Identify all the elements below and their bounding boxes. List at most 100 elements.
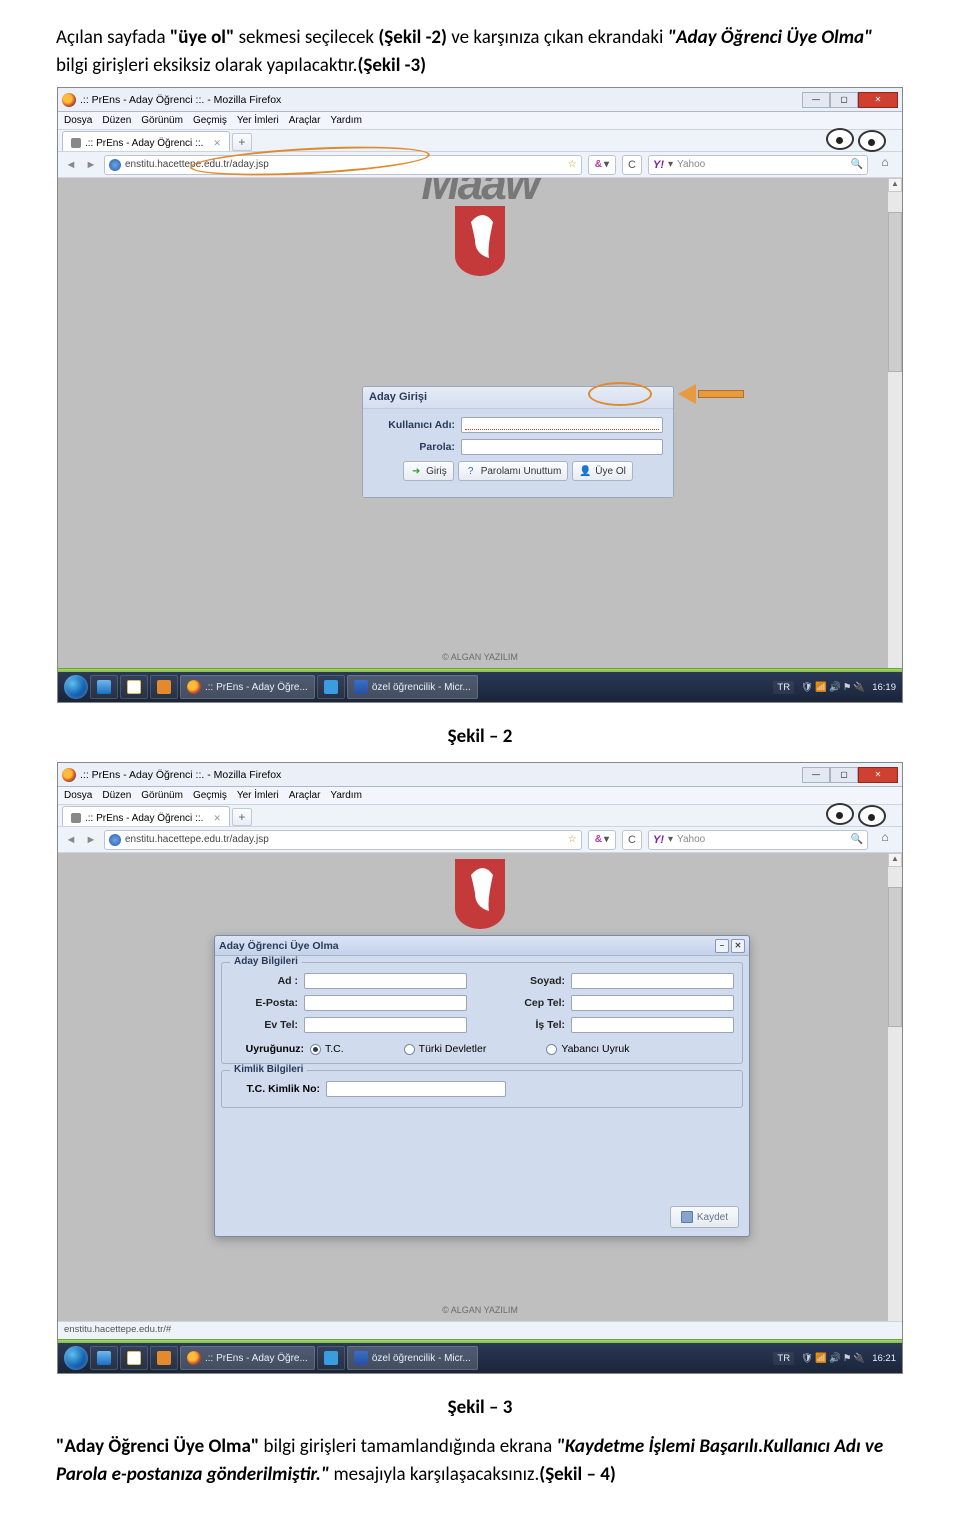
menu-history[interactable]: Geçmiş: [193, 115, 227, 126]
radio-turki[interactable]: [404, 1044, 415, 1055]
page-content: Maaw Aday Girişi Kullanıcı Adı: Parola:: [58, 178, 902, 668]
menu-file[interactable]: Dosya: [64, 790, 92, 801]
soyad-input[interactable]: [571, 973, 734, 989]
language-indicator[interactable]: TR: [773, 681, 794, 694]
clock[interactable]: 16:21: [872, 1353, 896, 1364]
signup-modal: Aday Öğrenci Üye Olma – ✕ Aday Bilgileri…: [214, 935, 750, 1237]
screenshot-2: .:: PrEns - Aday Öğrenci ::. - Mozilla F…: [57, 762, 903, 1374]
menu-edit[interactable]: Düzen: [102, 115, 131, 126]
back-button[interactable]: ◄: [64, 834, 78, 846]
taskbar-app1[interactable]: [150, 675, 178, 699]
url-text: enstitu.hacettepe.edu.tr/aday.jsp: [125, 834, 269, 845]
eposta-input[interactable]: [304, 995, 467, 1011]
search-input[interactable]: Y! ▾ Yahoo 🔍: [648, 155, 868, 175]
tab-close-icon[interactable]: ✕: [213, 138, 221, 149]
tray-icons[interactable]: 🛡📶🔊⚑🔌: [800, 1353, 866, 1364]
taskbar-ie[interactable]: [90, 675, 118, 699]
login-button[interactable]: ➜Giriş: [403, 461, 454, 481]
kaydet-button[interactable]: Kaydet: [670, 1206, 739, 1228]
close-button[interactable]: ✕: [858, 92, 898, 108]
hacettepe-logo: [451, 857, 509, 929]
menu-bookmarks[interactable]: Yer İmleri: [237, 790, 279, 801]
password-input[interactable]: [461, 439, 663, 455]
menu-history[interactable]: Geçmiş: [193, 790, 227, 801]
cep-label: Cep Tel:: [497, 997, 571, 1009]
radio-turki-label: Türki Devletler: [419, 1043, 487, 1055]
menu-bar: Dosya Düzen Görünüm Geçmiş Yer İmleri Ar…: [58, 112, 902, 130]
language-indicator[interactable]: TR: [773, 1352, 794, 1365]
start-button[interactable]: [64, 1346, 88, 1370]
minimize-button[interactable]: —: [802, 92, 830, 108]
menu-help[interactable]: Yardım: [330, 115, 362, 126]
taskbar-explorer[interactable]: [120, 675, 148, 699]
ev-input[interactable]: [304, 1017, 467, 1033]
firefox-icon: [62, 768, 76, 782]
vertical-scrollbar[interactable]: ▲: [888, 853, 902, 1321]
menu-tools[interactable]: Araçlar: [289, 115, 321, 126]
windows-taskbar: .:: PrEns - Aday Öğre... özel öğrencilik…: [58, 672, 902, 702]
url-input[interactable]: enstitu.hacettepe.edu.tr/aday.jsp ☆: [104, 830, 582, 850]
taskbar-firefox[interactable]: .:: PrEns - Aday Öğre...: [180, 1346, 315, 1370]
stop-reload-button[interactable]: C: [622, 830, 642, 850]
taskbar-word[interactable]: özel öğrencilik - Micr...: [347, 675, 478, 699]
vertical-scrollbar[interactable]: ▲: [888, 178, 902, 668]
save-icon: [681, 1211, 693, 1223]
taskbar-word[interactable]: özel öğrencilik - Micr...: [347, 1346, 478, 1370]
taskbar-app2[interactable]: [317, 675, 345, 699]
maximize-button[interactable]: ▢: [830, 767, 858, 783]
maximize-button[interactable]: ▢: [830, 92, 858, 108]
minimize-button[interactable]: —: [802, 767, 830, 783]
home-button[interactable]: ⌂: [874, 155, 896, 175]
taskbar-explorer[interactable]: [120, 1346, 148, 1370]
forward-button[interactable]: ►: [84, 159, 98, 171]
browser-tab[interactable]: .:: PrEns - Aday Öğrenci ::. ✕: [62, 806, 230, 826]
username-input[interactable]: [461, 417, 663, 433]
caption-3: Şekil – 3: [56, 1396, 904, 1419]
menu-file[interactable]: Dosya: [64, 115, 92, 126]
search-icon[interactable]: 🔍: [851, 834, 863, 845]
yahoo-icon: Y!: [653, 159, 664, 171]
start-button[interactable]: [64, 675, 88, 699]
stop-reload-button[interactable]: C: [622, 155, 642, 175]
forgot-password-button[interactable]: ?Parolamı Unuttum: [458, 461, 569, 481]
menu-tools[interactable]: Araçlar: [289, 790, 321, 801]
search-input[interactable]: Y! ▾ Yahoo 🔍: [648, 830, 868, 850]
menu-view[interactable]: Görünüm: [141, 115, 183, 126]
home-button[interactable]: ⌂: [874, 830, 896, 850]
system-tray: TR 🛡📶🔊⚑🔌 16:19: [773, 681, 896, 694]
browser-tab[interactable]: .:: PrEns - Aday Öğrenci ::. ✕: [62, 131, 230, 151]
yahoo-icon: Y!: [653, 834, 664, 846]
taskbar-app2[interactable]: [317, 1346, 345, 1370]
tcno-input[interactable]: [326, 1081, 506, 1097]
taskbar-ie[interactable]: [90, 1346, 118, 1370]
modal-close-button[interactable]: ✕: [731, 939, 745, 953]
tray-icons[interactable]: 🛡📶🔊⚑🔌: [800, 682, 866, 693]
signup-button[interactable]: 👤Üye Ol: [572, 461, 633, 481]
menu-edit[interactable]: Düzen: [102, 790, 131, 801]
taskbar-app1[interactable]: [150, 1346, 178, 1370]
radio-yabanci[interactable]: [546, 1044, 557, 1055]
tab-close-icon[interactable]: ✕: [213, 813, 221, 824]
menu-bookmarks[interactable]: Yer İmleri: [237, 115, 279, 126]
forward-button[interactable]: ►: [84, 834, 98, 846]
and-engine-pill[interactable]: &▾: [588, 155, 616, 175]
clock[interactable]: 16:19: [872, 682, 896, 693]
search-icon[interactable]: 🔍: [851, 159, 863, 170]
new-tab-button[interactable]: +: [232, 808, 252, 826]
and-engine-pill[interactable]: &▾: [588, 830, 616, 850]
navigation-bar: ◄ ► enstitu.hacettepe.edu.tr/aday.jsp ☆ …: [58, 827, 902, 853]
radio-tc[interactable]: [310, 1044, 321, 1055]
caption-2: Şekil – 2: [56, 725, 904, 748]
back-button[interactable]: ◄: [64, 159, 78, 171]
menu-view[interactable]: Görünüm: [141, 790, 183, 801]
taskbar-firefox[interactable]: .:: PrEns - Aday Öğre...: [180, 675, 315, 699]
is-input[interactable]: [571, 1017, 734, 1033]
modal-minimize-button[interactable]: –: [715, 939, 729, 953]
close-button[interactable]: ✕: [858, 767, 898, 783]
ad-input[interactable]: [304, 973, 467, 989]
globe-icon: [109, 834, 121, 846]
new-tab-button[interactable]: +: [232, 133, 252, 151]
fieldset-legend: Aday Bilgileri: [230, 956, 302, 967]
menu-help[interactable]: Yardım: [330, 790, 362, 801]
cep-input[interactable]: [571, 995, 734, 1011]
